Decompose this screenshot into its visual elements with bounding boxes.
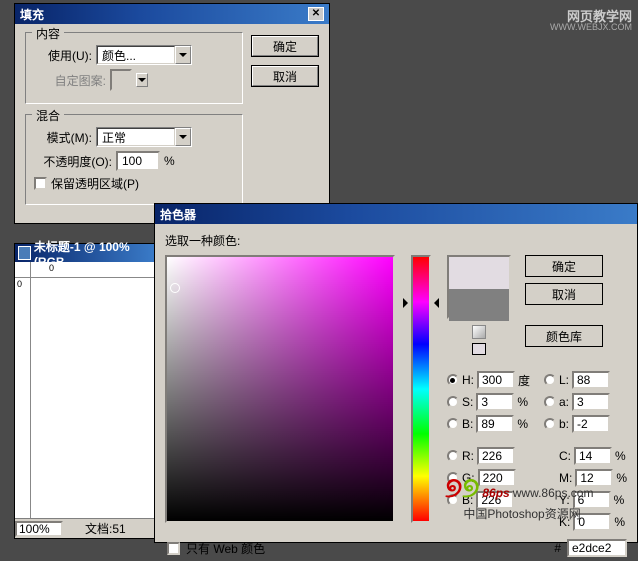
b-radio[interactable]: [447, 418, 459, 430]
doc-titlebar: 未标题-1 @ 100% (RGB: [15, 244, 155, 262]
lab-b-radio[interactable]: [544, 418, 556, 430]
r-radio[interactable]: [447, 450, 459, 462]
new-color: [449, 257, 509, 289]
cp-cancel-button[interactable]: 取消: [525, 283, 603, 305]
b-input[interactable]: 89: [476, 415, 514, 433]
g-input[interactable]: 220: [478, 469, 516, 487]
blend-group: 混合 模式(M): 正常 不透明度(O): 100 % 保留透明区域(P): [25, 114, 243, 205]
mode-value: 正常: [97, 128, 175, 146]
preserve-trans-label: 保留透明区域(P): [51, 175, 139, 192]
old-color[interactable]: [449, 289, 509, 321]
pattern-swatch: [110, 69, 132, 91]
l-radio[interactable]: [544, 374, 556, 386]
r-input[interactable]: 226: [477, 447, 515, 465]
g-radio[interactable]: [447, 472, 459, 484]
a-input[interactable]: 3: [572, 393, 610, 411]
mode-label: 模式(M):: [34, 129, 92, 146]
opacity-unit: %: [164, 154, 175, 168]
watermark-url: WWW.WEBJX.COM: [550, 22, 632, 32]
hex-label: #: [554, 541, 561, 555]
m-input[interactable]: 12: [575, 469, 613, 487]
ruler-top: 0: [47, 262, 155, 278]
cp-instruction: 选取一种颜色:: [165, 232, 627, 249]
web-only-label: 只有 Web 颜色: [186, 540, 265, 557]
cp-ok-button[interactable]: 确定: [525, 255, 603, 277]
content-group: 内容 使用(U): 颜色... 自定图案:: [25, 32, 243, 104]
gamut-warning-icon[interactable]: [472, 325, 486, 339]
preserve-trans-checkbox[interactable]: [34, 177, 47, 190]
doc-statusbar: 100% 文档: 51: [15, 518, 155, 538]
fill-dialog: 填充 ✕ 内容 使用(U): 颜色... 自定图案:: [14, 3, 330, 224]
bb-radio[interactable]: [447, 494, 459, 506]
h-input[interactable]: 300: [477, 371, 515, 389]
content-legend: 内容: [32, 25, 64, 42]
chevron-down-icon[interactable]: [175, 128, 191, 146]
color-preview: [447, 255, 511, 319]
close-icon[interactable]: ✕: [308, 7, 324, 21]
opacity-input[interactable]: 100: [116, 151, 160, 171]
fill-title: 填充: [20, 6, 44, 23]
doc-window: 未标题-1 @ 100% (RGB 0 0 100% 文档: 51: [14, 243, 156, 539]
lab-b-input[interactable]: -2: [572, 415, 610, 433]
color-picker-dialog: 拾色器 选取一种颜色:: [154, 203, 638, 543]
k-input[interactable]: 0: [573, 513, 611, 531]
websafe-swatch[interactable]: [472, 343, 486, 355]
mode-dropdown[interactable]: 正常: [96, 127, 192, 147]
color-field[interactable]: [165, 255, 395, 523]
ruler-left: 0: [15, 278, 31, 518]
color-library-button[interactable]: 颜色库: [525, 325, 603, 347]
doc-status-label: 文档:: [85, 520, 112, 537]
hue-pointer-right-icon: [429, 298, 439, 308]
zoom-input[interactable]: 100%: [15, 521, 63, 537]
c-input[interactable]: 14: [574, 447, 612, 465]
web-only-checkbox[interactable]: [167, 542, 180, 555]
doc-icon: [18, 246, 31, 260]
use-value: 颜色...: [97, 46, 175, 64]
chevron-down-icon[interactable]: [175, 46, 191, 64]
pattern-arrow-icon: [136, 73, 148, 87]
hue-pointer-left-icon: [403, 298, 413, 308]
cp-titlebar: 拾色器: [155, 204, 637, 224]
doc-status-value: 51: [112, 522, 125, 536]
custom-pattern-label: 自定图案:: [34, 72, 106, 89]
hex-input[interactable]: e2dce2: [567, 539, 627, 557]
fill-titlebar: 填充 ✕: [15, 4, 329, 24]
h-radio[interactable]: [447, 374, 459, 386]
y-input[interactable]: 6: [573, 491, 611, 509]
cp-title: 拾色器: [160, 206, 196, 223]
opacity-label: 不透明度(O):: [34, 153, 112, 170]
use-dropdown[interactable]: 颜色...: [96, 45, 192, 65]
cancel-button[interactable]: 取消: [251, 65, 319, 87]
s-radio[interactable]: [447, 396, 459, 408]
canvas[interactable]: [31, 278, 155, 518]
bb-input[interactable]: 226: [476, 491, 514, 509]
hue-slider[interactable]: [411, 255, 431, 523]
s-input[interactable]: 3: [476, 393, 514, 411]
ok-button[interactable]: 确定: [251, 35, 319, 57]
color-marker: [170, 283, 180, 293]
blend-legend: 混合: [32, 107, 64, 124]
l-input[interactable]: 88: [572, 371, 610, 389]
a-radio[interactable]: [544, 396, 556, 408]
use-label: 使用(U):: [34, 47, 92, 64]
